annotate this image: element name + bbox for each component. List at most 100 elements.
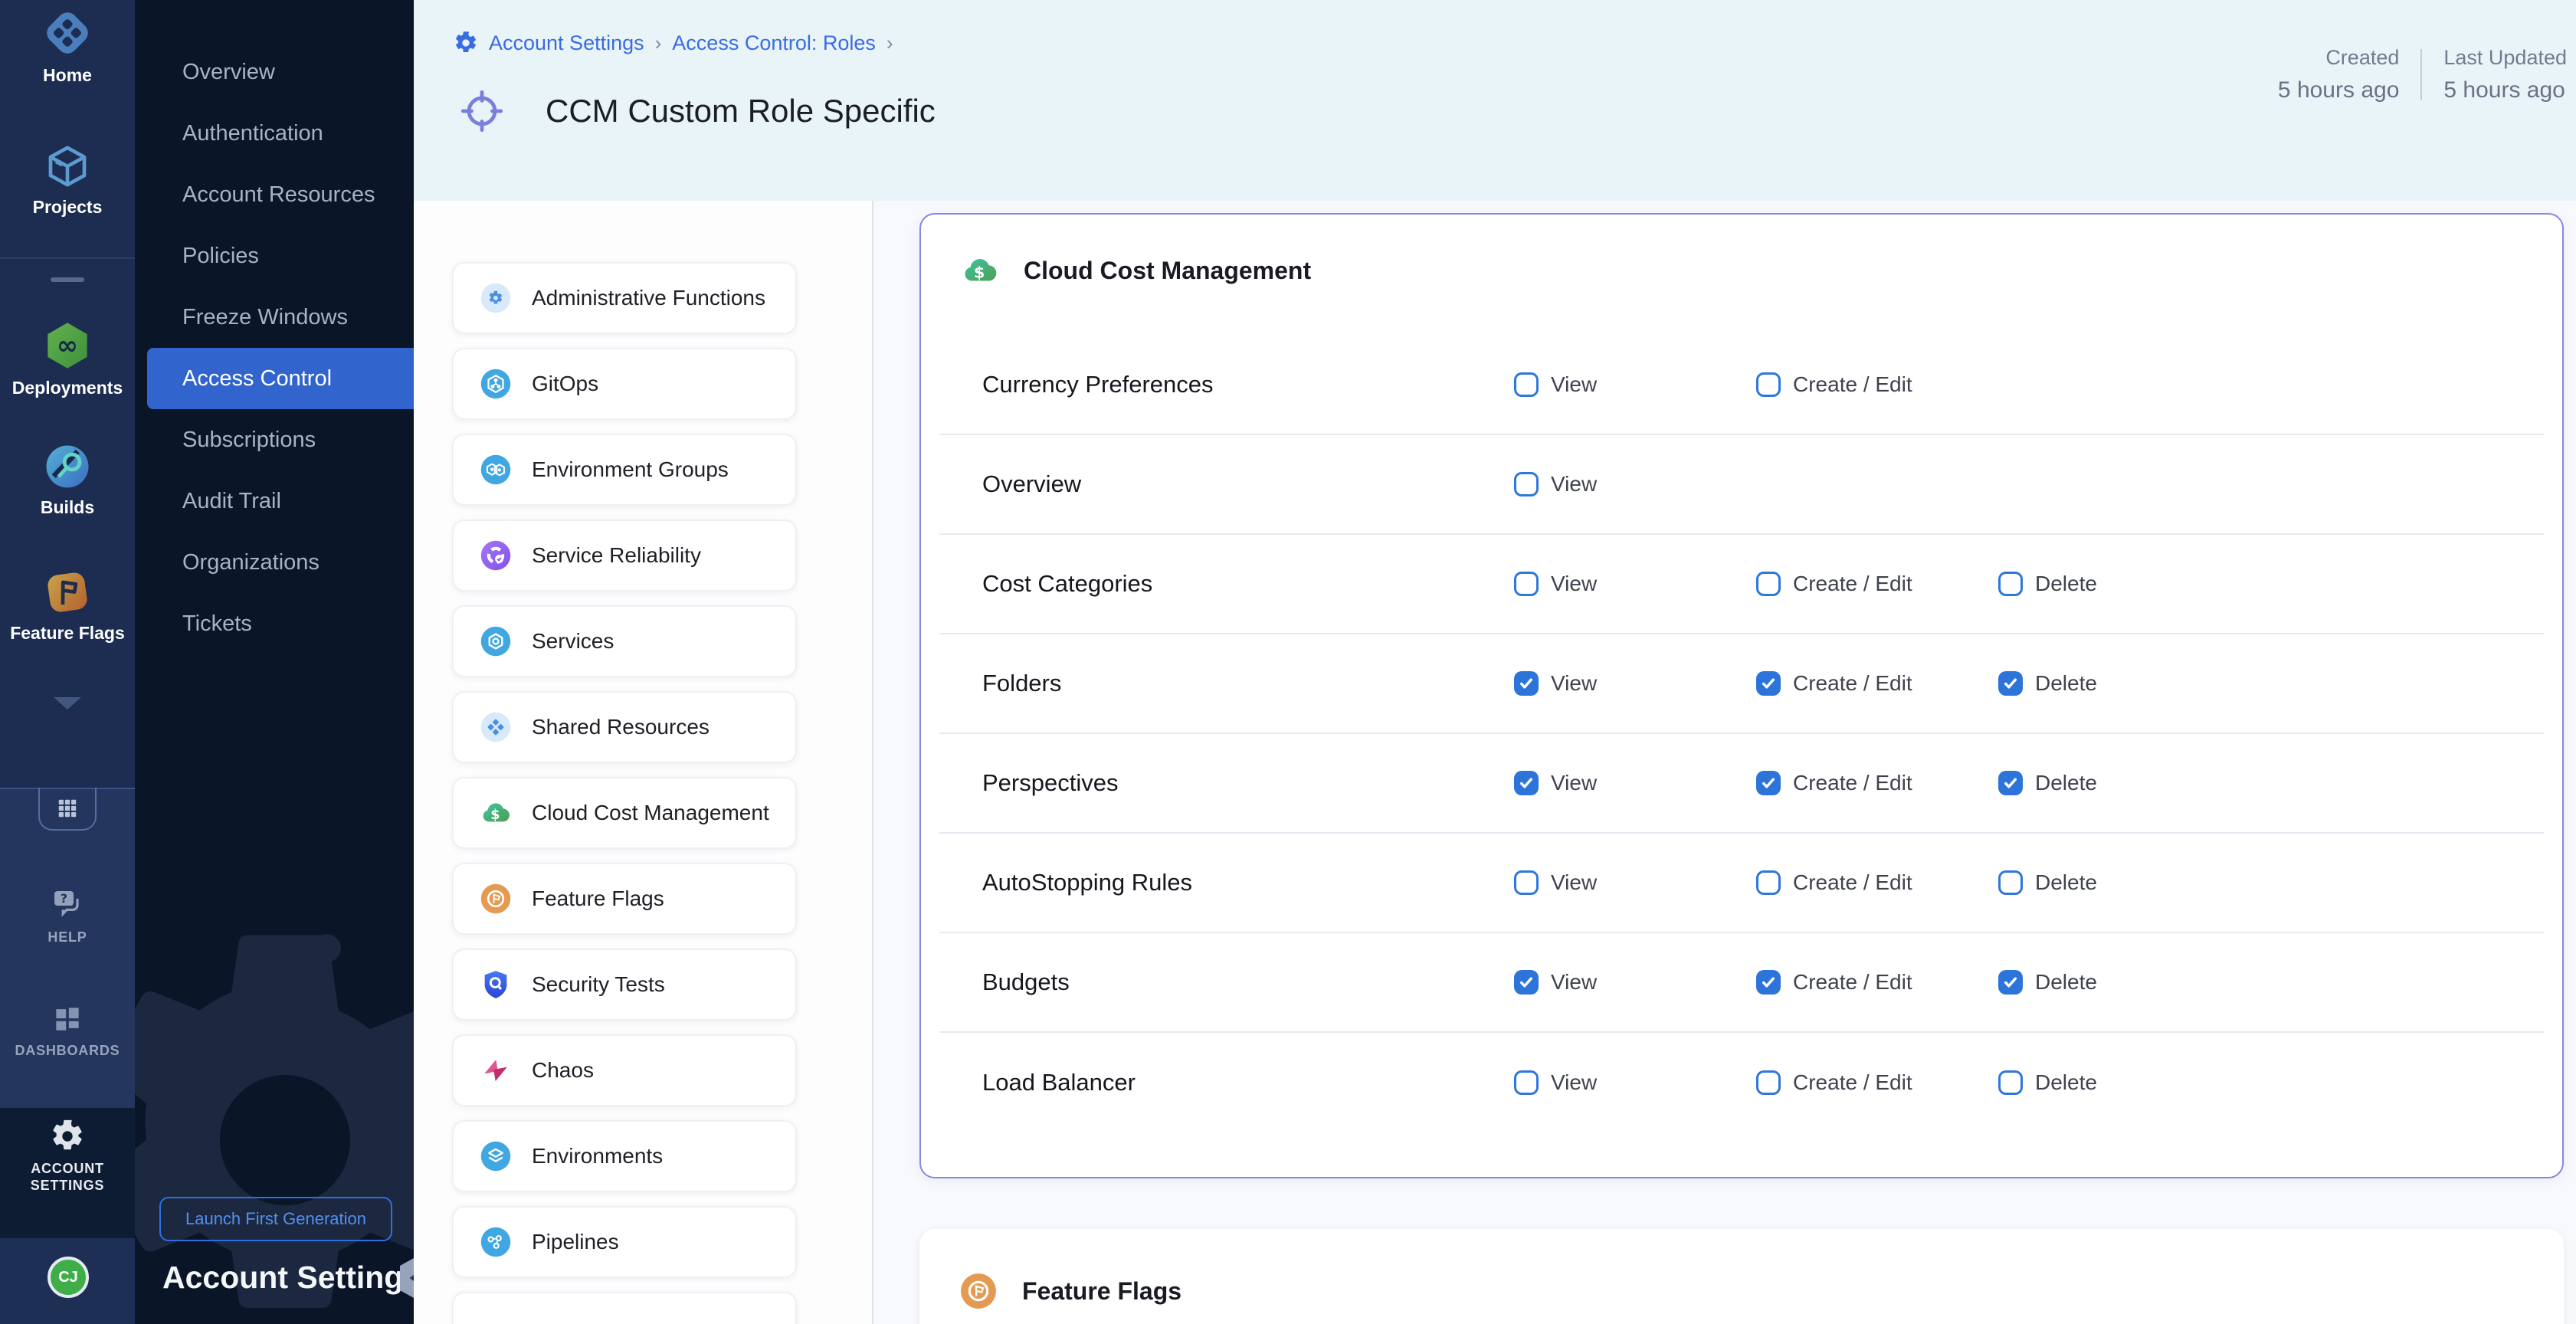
nav-item[interactable]: Policies (135, 225, 414, 287)
launch-first-generation-button[interactable]: Launch First Generation (159, 1197, 392, 1241)
rail-label-help: HELP (0, 929, 135, 945)
resource-card[interactable]: Shared Resources (452, 691, 797, 763)
nav-item[interactable]: Audit Trail (135, 470, 414, 532)
account-settings-nav: Overview Authentication Account Resource… (135, 0, 414, 1324)
builds-icon (42, 441, 93, 492)
permission-create-edit: Create / Edit (1756, 870, 1998, 895)
rail-item-dashboards[interactable]: DASHBOARDS (0, 1002, 135, 1059)
view-checkbox[interactable] (1514, 671, 1539, 696)
permission-row: AutoStopping Rules View Create / Edit (939, 834, 2544, 933)
view-checkbox[interactable] (1514, 870, 1539, 895)
rail-item-feature-flags[interactable]: Feature Flags (0, 567, 135, 642)
breadcrumb-account-settings[interactable]: Account Settings (489, 31, 644, 55)
view-checkbox[interactable] (1514, 472, 1539, 496)
create-edit-checkbox[interactable] (1756, 372, 1781, 397)
resource-card[interactable]: GitOps (452, 348, 797, 420)
permission-view: View (1514, 1070, 1756, 1095)
view-checkbox[interactable] (1514, 572, 1539, 596)
nav-item[interactable]: Overview (135, 41, 414, 103)
feature-flags-permissions-card: Feature Flags (919, 1229, 2564, 1324)
permission-resource-label: Currency Preferences (939, 371, 1514, 398)
view-checkbox[interactable] (1514, 372, 1539, 397)
svg-text:?: ? (61, 891, 67, 906)
resource-card[interactable]: Service Reliability (452, 519, 797, 592)
nav-item[interactable]: Subscriptions (135, 409, 414, 470)
collapse-left-icon[interactable] (398, 1257, 414, 1303)
create-edit-checkbox[interactable] (1756, 572, 1781, 596)
resource-card-label: Service Reliability (532, 543, 701, 568)
permission-create-edit: Create / Edit (1756, 970, 1998, 995)
delete-checkbox[interactable] (1998, 771, 2023, 795)
resource-card-partial[interactable] (452, 1292, 797, 1324)
nav-item[interactable]: Account Resources (135, 164, 414, 225)
pipelines-icon (480, 1226, 512, 1258)
delete-checkbox[interactable] (1998, 572, 2023, 596)
rail-item-help[interactable]: ? HELP (0, 886, 135, 945)
permission-resource-label: Load Balancer (939, 1069, 1514, 1096)
delete-checkbox[interactable] (1998, 970, 2023, 995)
rail-item-projects[interactable]: Projects (0, 141, 135, 216)
create-edit-checkbox[interactable] (1756, 771, 1781, 795)
permissions-panel: $ Cloud Cost Management Currency Prefere… (873, 201, 2576, 1324)
view-checkbox[interactable] (1514, 970, 1539, 995)
resource-card[interactable]: Pipelines (452, 1206, 797, 1278)
resource-card[interactable]: Services (452, 605, 797, 677)
view-checkbox[interactable] (1514, 771, 1539, 795)
checkbox-label: Delete (2035, 870, 2097, 895)
permission-row: Currency Preferences View Create / Edit (939, 336, 2544, 435)
deployments-hexagon-icon: ∞ (41, 319, 94, 372)
nav-item[interactable]: Tickets (135, 593, 414, 654)
checkbox-label: Delete (2035, 671, 2097, 696)
feature-flags-icon (959, 1272, 998, 1310)
checkbox-label: View (1551, 1070, 1597, 1095)
nav-item[interactable]: Organizations (135, 532, 414, 593)
delete-checkbox[interactable] (1998, 671, 2023, 696)
resource-card-label: GitOps (532, 372, 598, 396)
admin-functions-icon (480, 282, 512, 314)
nav-item[interactable]: Freeze Windows (135, 287, 414, 348)
rail-item-deployments[interactable]: ∞ Deployments (0, 319, 135, 397)
nav-item[interactable]: Access Control (147, 348, 414, 409)
checkbox-label: Create / Edit (1793, 572, 1912, 596)
rail-item-account-settings[interactable]: ACCOUNT SETTINGS (0, 1119, 135, 1194)
create-edit-checkbox[interactable] (1756, 970, 1781, 995)
feature-flags-card-title: Feature Flags (1022, 1277, 1181, 1306)
breadcrumb-roles[interactable]: Access Control: Roles (672, 31, 876, 55)
harness-app: Home Projects ∞ Deployments Builds Featu… (0, 0, 2576, 1324)
resource-card-label: Chaos (532, 1058, 594, 1083)
nav-item[interactable]: Authentication (135, 103, 414, 164)
create-edit-checkbox[interactable] (1756, 671, 1781, 696)
resource-card[interactable]: $ Cloud Cost Management (452, 777, 797, 849)
resource-card[interactable]: Chaos (452, 1034, 797, 1106)
checkbox-label: View (1551, 771, 1597, 795)
resource-card[interactable]: Security Tests (452, 949, 797, 1021)
checkbox-label: Delete (2035, 970, 2097, 995)
resource-card[interactable]: Feature Flags (452, 863, 797, 935)
module-picker-button[interactable] (38, 788, 97, 831)
resource-card[interactable]: Environment Groups (452, 434, 797, 506)
rail-label-deployments: Deployments (0, 379, 135, 397)
rail-collapse-modules[interactable] (0, 697, 135, 710)
rail-label-dashboards: DASHBOARDS (0, 1042, 135, 1059)
rail-label-builds: Builds (0, 498, 135, 516)
created-value: 5 hours ago (2278, 77, 2399, 103)
resource-card[interactable]: Environments (452, 1120, 797, 1192)
delete-checkbox[interactable] (1998, 1070, 2023, 1095)
chevron-down-icon (54, 697, 81, 710)
create-edit-checkbox[interactable] (1756, 1070, 1781, 1095)
rail-item-home[interactable]: Home (0, 6, 135, 84)
delete-checkbox[interactable] (1998, 870, 2023, 895)
checkbox-label: Delete (2035, 572, 2097, 596)
view-checkbox[interactable] (1514, 1070, 1539, 1095)
permission-resource-label: Folders (939, 670, 1514, 697)
permission-view: View (1514, 771, 1756, 795)
user-avatar[interactable]: CJ (48, 1257, 89, 1298)
meta-divider (2420, 49, 2422, 100)
resource-card-label: Feature Flags (532, 886, 664, 911)
rail-item-builds[interactable]: Builds (0, 441, 135, 516)
permission-delete: Delete (1998, 671, 2240, 696)
resource-card[interactable]: Administrative Functions (452, 262, 797, 334)
checkbox-label: Delete (2035, 771, 2097, 795)
permission-view: View (1514, 870, 1756, 895)
create-edit-checkbox[interactable] (1756, 870, 1781, 895)
